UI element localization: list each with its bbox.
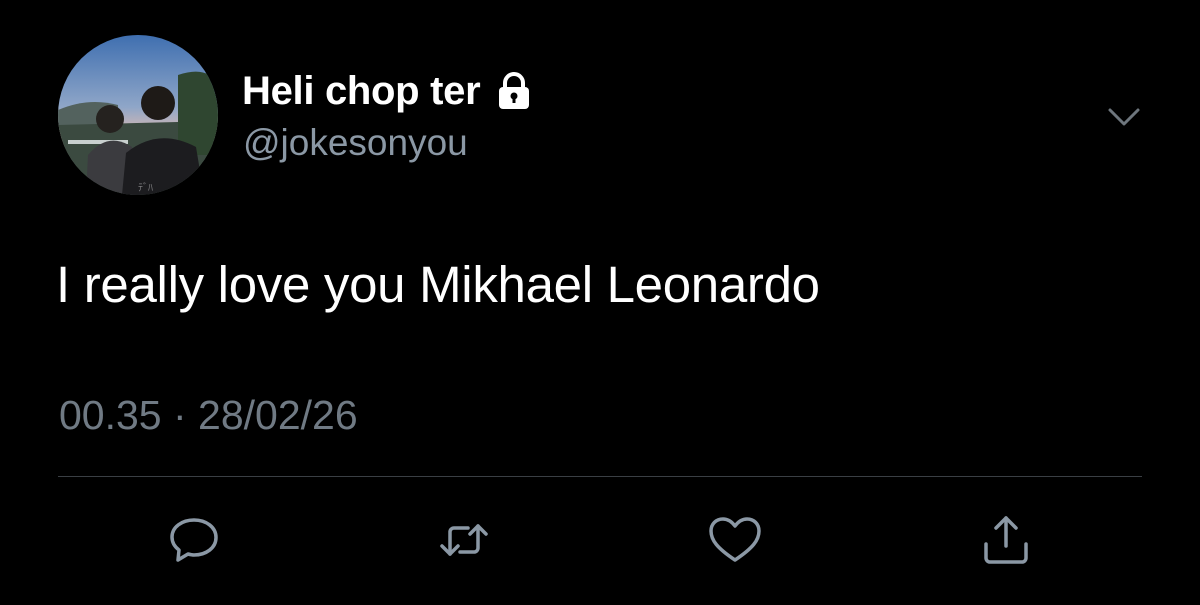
like-button[interactable] (705, 510, 765, 570)
svg-text:ﾃﾞﾊ: ﾃﾞﾊ (138, 182, 153, 194)
retweet-icon (440, 524, 488, 556)
reply-icon (170, 518, 218, 562)
heart-icon (709, 517, 761, 562)
divider (58, 476, 1142, 477)
share-icon (984, 516, 1028, 564)
reply-button[interactable] (164, 510, 224, 570)
tweet-actions-bar (0, 510, 1200, 570)
display-name-row: Heli chop ter (242, 66, 534, 116)
share-button[interactable] (976, 510, 1036, 570)
user-handle[interactable]: @jokesonyou (243, 122, 468, 164)
lock-icon (494, 71, 534, 111)
retweet-button[interactable] (434, 510, 494, 570)
chevron-down-icon[interactable] (1102, 100, 1146, 134)
tweet-text: I really love you Mikhael Leonardo (56, 256, 820, 313)
avatar[interactable]: ﾃﾞﾊ (58, 35, 218, 195)
display-name[interactable]: Heli chop ter (242, 69, 481, 114)
tweet-card: ﾃﾞﾊ Heli chop ter @jokesonyou I really l… (0, 0, 1200, 605)
avatar-image: ﾃﾞﾊ (58, 35, 218, 195)
tweet-timestamp[interactable]: 00.35 · 28/02/26 (59, 392, 358, 439)
